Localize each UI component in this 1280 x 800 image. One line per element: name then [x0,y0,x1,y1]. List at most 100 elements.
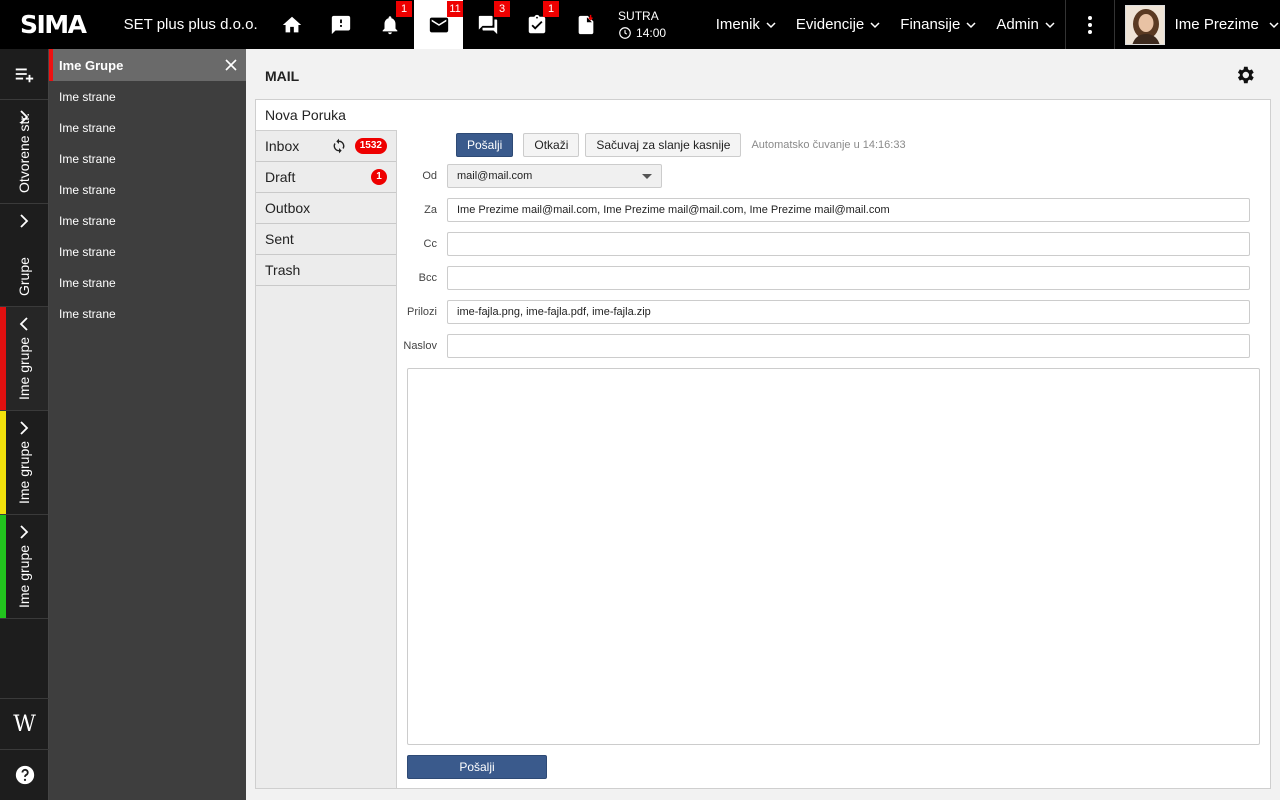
deadline-label: SUTRA [618,8,659,23]
home-icon [282,16,301,32]
list-item[interactable]: Ime strane [49,205,246,236]
list-item[interactable]: Ime strane [49,112,246,143]
cc-row: Cc [397,232,1250,256]
rail-label: Otvorene str. [16,112,32,193]
compose-toolbar: Pošalji Otkaži Sačuvaj za slanje kasnije… [456,133,906,157]
chevron-right-icon [20,421,29,435]
send-button-bottom[interactable]: Pošalji [407,755,547,779]
folder-sent[interactable]: Sent [256,224,396,255]
chevron-right-icon [20,214,29,228]
rail-group-red[interactable]: Ime grupe [0,307,48,411]
more-options-button[interactable] [1066,0,1114,49]
page-title: MAIL [265,68,300,84]
sync-icon[interactable] [331,138,347,154]
notifications-button[interactable]: 1 [365,0,414,49]
bcc-field[interactable] [447,266,1250,290]
chevron-down-icon [766,21,776,28]
chevron-down-icon [870,21,880,28]
nav-imenik[interactable]: Imenik [706,0,786,49]
close-icon[interactable] [224,58,238,72]
group-color-stripe [0,307,6,410]
mail-folders: Inbox 1532 Draft 1 Outbox Sent Trash [256,130,397,788]
list-item[interactable]: Ime strane [49,267,246,298]
nav-evidencije[interactable]: Evidencije [786,0,890,49]
attachments-row: Prilozi ime-fajla.png, ime-fajla.pdf, im… [397,300,1250,324]
deadline-indicator[interactable]: SUTRA 14:00 [610,8,700,42]
top-navigation: Imenik Evidencije Finansije Admin [706,0,1065,49]
cc-field[interactable] [447,232,1250,256]
from-label: Od [422,170,437,182]
attachments-field[interactable]: ime-fajla.png, ime-fajla.pdf, ime-fajla.… [447,300,1250,324]
folder-outbox[interactable]: Outbox [256,193,396,224]
chat-button[interactable]: 3 [463,0,512,49]
gear-icon[interactable] [1234,64,1256,86]
unread-badge: 1 [371,169,387,185]
nav-finansije[interactable]: Finansije [890,0,986,49]
help-button[interactable] [0,749,49,800]
add-to-list-button[interactable] [0,49,48,100]
send-button[interactable]: Pošalji [456,133,514,157]
nav-admin[interactable]: Admin [986,0,1065,49]
group-title: Ime Grupe [59,57,124,73]
alert-icon [331,15,350,34]
from-select[interactable]: mail@mail.com [447,164,662,188]
compose-form: Pošalji Otkaži Sačuvaj za slanje kasnije… [397,130,1270,788]
folder-label: Trash [265,262,301,278]
rail-groups[interactable]: Grupe [0,204,48,307]
from-row: Od mail@mail.com [397,164,662,188]
nav-evidencije-label: Evidencije [795,16,865,33]
subject-row: Naslov [397,334,1250,358]
folder-label: Outbox [265,200,311,216]
bcc-label: Bcc [418,272,437,284]
to-label: Za [424,204,437,216]
app-logo[interactable]: SIMA [0,10,110,39]
save-for-later-button[interactable]: Sačuvaj za slanje kasnije [585,133,742,157]
wiki-icon: W [13,711,36,737]
chevron-down-icon [1269,21,1279,28]
rail-label: Grupe [16,257,32,296]
folder-inbox[interactable]: Inbox 1532 [256,131,396,162]
nav-imenik-label: Imenik [715,16,760,33]
to-field[interactable]: Ime Prezime mail@mail.com, Ime Prezime m… [447,198,1250,222]
company-name: SET plus plus d.o.o. [123,16,258,33]
list-item[interactable]: Ime strane [49,174,246,205]
chevron-down-icon [1045,21,1055,28]
user-menu[interactable]: Ime Prezime [1115,0,1280,49]
tab-new-message[interactable]: Nova Poruka [256,100,396,130]
folder-label: Inbox [265,138,300,154]
mail-panel: Nova Poruka Inbox 1532 Draft 1 Outbox Se… [255,99,1271,789]
list-item[interactable]: Ime strane [49,236,246,267]
to-row: Za Ime Prezime mail@mail.com, Ime Prezim… [397,198,1250,222]
clock-icon [619,27,631,39]
documents-button[interactable] [561,0,610,49]
attachments-label: Prilozi [407,306,437,318]
alerts-button[interactable] [316,0,365,49]
rail-group-green[interactable]: Ime grupe [0,515,48,619]
deadline-time: 14:00 [636,25,667,40]
message-body-editor[interactable] [407,368,1260,745]
autosave-status: Automatsko čuvanje u 14:16:33 [751,139,906,151]
left-rail: Otvorene str. Grupe Ime grupe Ime grupe … [0,49,49,800]
home-button[interactable] [267,0,316,49]
avatar [1124,4,1165,45]
wiki-button[interactable]: W [0,698,49,749]
mail-button[interactable]: 11 [414,0,464,49]
list-item[interactable]: Ime strane [49,81,246,112]
mail-badge: 11 [447,1,464,17]
subject-field[interactable] [447,334,1250,358]
top-bar: SIMA SET plus plus d.o.o. 1 11 3 1 SUTRA [0,0,1280,49]
rail-group-yellow[interactable]: Ime grupe [0,411,48,515]
cancel-button[interactable]: Otkaži [523,133,580,157]
folder-draft[interactable]: Draft 1 [256,162,396,193]
list-item[interactable]: Ime strane [49,143,246,174]
group-color-stripe [0,411,6,514]
list-item[interactable]: Ime strane [49,298,246,329]
chevron-left-icon [19,317,28,331]
document-icon [578,14,593,34]
folder-trash[interactable]: Trash [256,255,396,286]
folder-label: Draft [265,169,296,185]
tasks-badge: 1 [543,1,560,17]
tasks-button[interactable]: 1 [512,0,561,49]
group-header: Ime Grupe [49,49,246,81]
rail-open-pages[interactable]: Otvorene str. [0,100,48,204]
